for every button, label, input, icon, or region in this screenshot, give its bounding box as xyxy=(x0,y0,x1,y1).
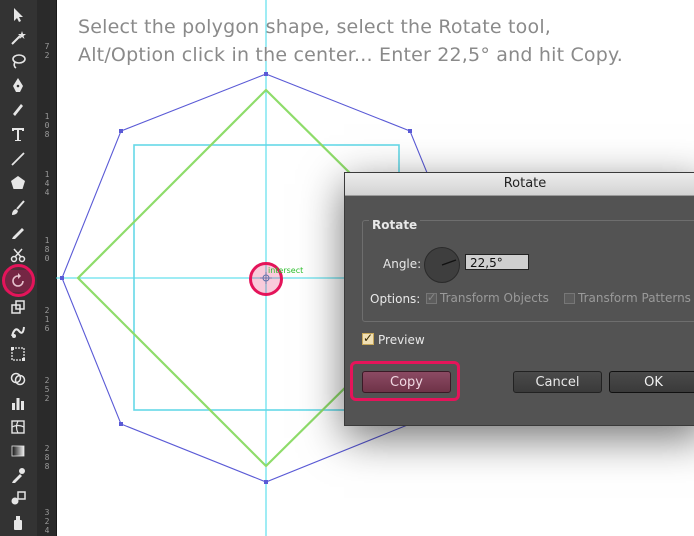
anchor-point xyxy=(264,72,268,76)
angle-label: Angle: xyxy=(383,257,422,271)
transform-objects-label: Transform Objects xyxy=(440,291,549,305)
instruction-line-2: Alt/Option click in the center... Enter … xyxy=(78,44,623,66)
angle-dial-icon[interactable] xyxy=(424,247,460,283)
anchor-point xyxy=(119,129,123,133)
rotate-group-box xyxy=(362,220,694,322)
copy-button-highlight xyxy=(350,361,460,401)
rotate-group-label: Rotate xyxy=(369,218,421,232)
angle-input[interactable]: 22,5° xyxy=(465,254,529,270)
transform-patterns-checkbox[interactable] xyxy=(564,293,575,304)
dialog-title[interactable]: Rotate xyxy=(345,173,694,196)
cancel-button[interactable]: Cancel xyxy=(513,371,602,393)
anchor-point xyxy=(60,276,64,280)
anchor-point xyxy=(264,480,268,484)
transform-patterns-label: Transform Patterns xyxy=(578,291,691,305)
ok-button[interactable]: OK xyxy=(609,371,694,393)
options-label: Options: xyxy=(370,292,421,306)
anchor-point xyxy=(408,129,412,133)
preview-label: Preview xyxy=(378,333,425,347)
instruction-text: Select the polygon shape, select the Rot… xyxy=(78,13,678,69)
transform-objects-checkbox[interactable] xyxy=(426,291,437,304)
preview-checkbox[interactable] xyxy=(362,331,374,345)
anchor-point xyxy=(119,422,123,426)
smart-guide-label: intersect xyxy=(268,266,304,275)
instruction-line-1: Select the polygon shape, select the Rot… xyxy=(78,16,552,38)
